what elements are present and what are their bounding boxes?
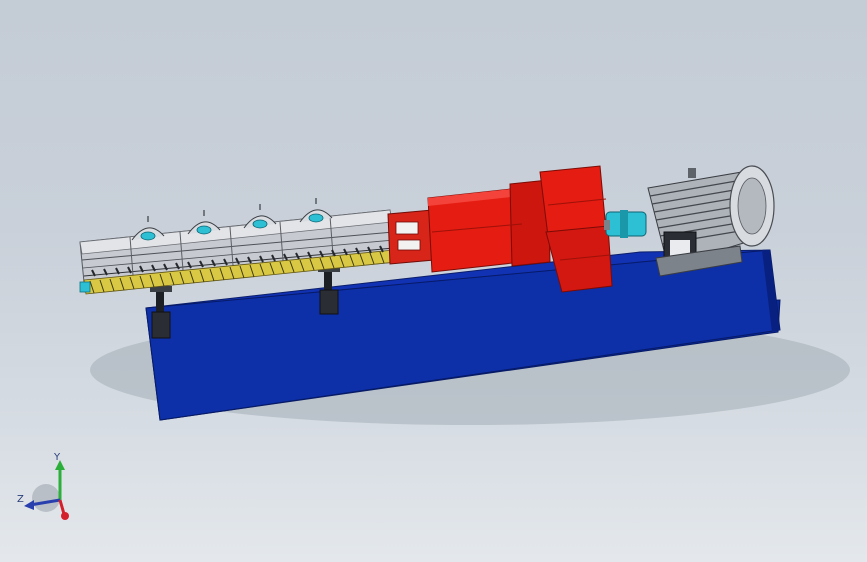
triad-x-arrow-icon: [61, 512, 69, 520]
triad-x-axis: [58, 499, 66, 515]
vent-port-2[interactable]: [187, 210, 221, 235]
motor-coupling[interactable]: [604, 210, 647, 238]
vent-port-3[interactable]: [243, 204, 277, 229]
cad-model-view[interactable]: [0, 0, 867, 562]
triad-z-arrow-icon: [24, 500, 34, 510]
triad-sphere: [32, 484, 60, 512]
vent-port-4[interactable]: [299, 198, 333, 223]
triad-y-label: Y: [53, 452, 61, 463]
reference-triad[interactable]: Y Z: [0, 440, 90, 530]
triad-z-label: Z: [17, 494, 24, 505]
barrel-flange[interactable]: [387, 209, 435, 265]
vent-port-1[interactable]: [131, 216, 165, 241]
graphics-viewport[interactable]: Y Z: [0, 0, 867, 562]
